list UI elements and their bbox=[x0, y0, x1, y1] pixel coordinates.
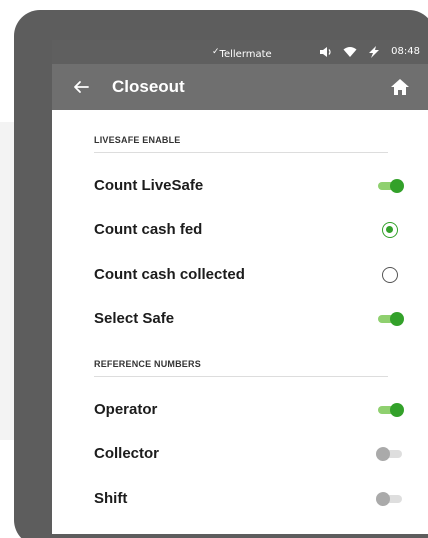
home-icon[interactable] bbox=[390, 77, 410, 97]
setting-row-operator[interactable]: Operator bbox=[94, 396, 404, 424]
app-screen: ✓Tellermate 08:48 Closeout LIVESAFE ENAB… bbox=[52, 40, 428, 534]
wifi-icon bbox=[343, 47, 357, 57]
count-cash-collected-radio[interactable] bbox=[382, 267, 398, 283]
shift-toggle[interactable] bbox=[376, 491, 404, 507]
setting-row-count-cash-fed[interactable]: Count cash fed bbox=[94, 216, 404, 244]
volume-icon bbox=[320, 47, 331, 57]
brand-logo: ✓Tellermate bbox=[212, 47, 272, 60]
section-heading-reference-numbers: REFERENCE NUMBERS bbox=[94, 359, 388, 377]
setting-label: Shift bbox=[94, 490, 128, 507]
app-bar: Closeout bbox=[52, 64, 428, 110]
count-cash-fed-radio[interactable] bbox=[382, 222, 398, 238]
section-heading-livesafe: LIVESAFE ENABLE bbox=[94, 135, 388, 153]
status-time: 08:48 bbox=[391, 46, 420, 57]
setting-label: Operator bbox=[94, 401, 158, 418]
setting-label: Select Safe bbox=[94, 310, 175, 327]
tablet-frame: ✓Tellermate 08:48 Closeout LIVESAFE ENAB… bbox=[14, 10, 428, 538]
setting-row-shift[interactable]: Shift bbox=[94, 485, 404, 513]
setting-row-collector[interactable]: Collector bbox=[94, 440, 404, 468]
select-safe-toggle[interactable] bbox=[376, 311, 404, 327]
arrow-left-icon[interactable] bbox=[72, 76, 90, 98]
count-livesafe-toggle[interactable] bbox=[376, 178, 404, 194]
page-title: Closeout bbox=[112, 77, 185, 96]
setting-label: Collector bbox=[94, 445, 160, 462]
setting-label: Count LiveSafe bbox=[94, 177, 204, 194]
battery-charging-icon bbox=[369, 46, 380, 58]
setting-label: Count cash collected bbox=[94, 266, 245, 283]
setting-row-select-safe[interactable]: Select Safe bbox=[94, 305, 404, 333]
setting-row-count-cash-collected[interactable]: Count cash collected bbox=[94, 261, 404, 289]
status-bar: ✓Tellermate 08:48 bbox=[52, 40, 428, 64]
collector-toggle[interactable] bbox=[376, 446, 404, 462]
setting-row-count-livesafe[interactable]: Count LiveSafe bbox=[94, 172, 404, 200]
setting-label: Count cash fed bbox=[94, 221, 203, 238]
operator-toggle[interactable] bbox=[376, 402, 404, 418]
